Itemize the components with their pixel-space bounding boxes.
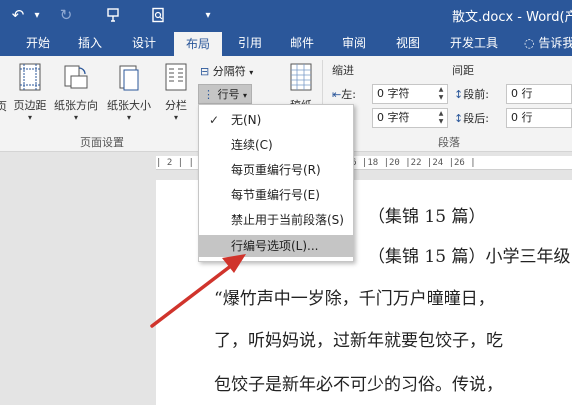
draft-paper-icon <box>290 63 312 91</box>
margins-icon <box>19 63 41 91</box>
indent-header: 缩进 <box>332 64 354 77</box>
title-bar: ↶ ▾ ↻ ▾ 散文.docx - Word(产 <box>0 0 572 30</box>
breaks-icon: ⊟ <box>200 65 210 78</box>
tab-view[interactable]: 视图 <box>388 30 428 56</box>
menu-item-continuous[interactable]: 连续(C) <box>199 134 353 156</box>
tab-developer[interactable]: 开发工具 <box>442 30 506 56</box>
format-painter-icon[interactable] <box>102 4 126 26</box>
tell-me-label: 告诉我 <box>538 36 572 50</box>
columns-label: 分栏 <box>165 99 187 112</box>
indent-left-input[interactable]: 0 字符 ▲ ▼ <box>372 84 448 104</box>
size-label: 纸张大小 <box>107 99 151 112</box>
line-numbers-button[interactable]: ⋮ 行号 ▾ <box>198 84 253 104</box>
margins-button[interactable]: 页边距 ▾ <box>10 62 50 122</box>
chevron-down-icon: ▾ <box>249 68 254 77</box>
orientation-label: 纸张方向 <box>54 99 98 112</box>
doc-line-1: （集锦 15 篇） <box>368 207 486 227</box>
chevron-down-icon: ▾ <box>243 91 248 100</box>
partial-button-label: 页 <box>0 100 7 113</box>
window-title: 散文.docx - Word(产 <box>452 10 572 25</box>
redo-icon[interactable]: ↻ <box>54 4 78 26</box>
indent-left-label: ⇤左: <box>332 88 356 101</box>
tab-references[interactable]: 引用 <box>230 30 270 56</box>
menu-item-suppress-paragraph[interactable]: 禁止用于当前段落(S) <box>199 209 353 231</box>
menu-item-none[interactable]: ✓ 无(N) <box>199 109 353 131</box>
tab-insert[interactable]: 插入 <box>70 30 110 56</box>
spacing-after-label: ↕段后: <box>454 112 489 125</box>
doc-line-4: 了，听妈妈说，过新年就要包饺子，吃 <box>214 331 503 351</box>
tab-review[interactable]: 审阅 <box>334 30 374 56</box>
paper-size-icon <box>119 65 139 91</box>
checkmark-icon: ✓ <box>209 113 220 127</box>
tab-mailings[interactable]: 邮件 <box>282 30 322 56</box>
columns-button[interactable]: 分栏 ▾ <box>160 62 192 122</box>
doc-line-3: “爆竹声中一岁除，千门万户曈曈日， <box>214 289 495 309</box>
customize-toolbar-icon[interactable]: ▾ <box>196 4 220 26</box>
doc-line-5: 包饺子是新年必不可少的习俗。传说， <box>214 375 503 395</box>
margins-label: 页边距 <box>13 99 47 112</box>
undo-icon[interactable]: ↶ <box>6 4 30 26</box>
columns-icon <box>165 63 187 91</box>
line-numbers-icon: ⋮ <box>203 88 214 101</box>
spinner-icon[interactable]: ▲ ▼ <box>436 110 446 126</box>
lightbulb-icon: ◌ <box>524 36 535 50</box>
menu-item-restart-each-page[interactable]: 每页重编行号(R) <box>199 159 353 181</box>
breaks-label: 分隔符 <box>212 65 246 78</box>
spacing-before-label: ↕段前: <box>454 88 489 101</box>
doc-line-2: （集锦 15 篇）小学三年级 <box>368 247 571 267</box>
tell-me-box[interactable]: ◌ 告诉我 <box>524 30 572 56</box>
menu-item-line-numbering-options[interactable]: 行编号选项(L)... <box>199 235 353 257</box>
spacing-after-input[interactable]: 0 行 <box>506 108 572 128</box>
spacing-before-input[interactable]: 0 行 <box>506 84 572 104</box>
orientation-icon <box>64 65 88 89</box>
ribbon-tabs: 开始 插入 设计 布局 引用 邮件 审阅 视图 开发工具 ◌ 告诉我 <box>0 30 572 56</box>
spinner-icon[interactable]: ▲ ▼ <box>436 86 446 102</box>
spacing-before-icon: ↕ <box>454 88 464 101</box>
tab-design[interactable]: 设计 <box>124 30 164 56</box>
undo-dropdown-icon[interactable]: ▾ <box>32 4 42 26</box>
paragraph-group-label: 段落 <box>438 136 460 149</box>
tab-layout[interactable]: 布局 <box>174 32 222 56</box>
orientation-button[interactable]: 纸张方向 ▾ <box>52 62 100 122</box>
spacing-after-icon: ↕ <box>454 112 464 125</box>
tab-home[interactable]: 开始 <box>18 30 58 56</box>
line-numbers-menu: ✓ 无(N) 连续(C) 每页重编行号(R) 每节重编行号(E) 禁止用于当前段… <box>198 104 354 262</box>
page-setup-group-label: 页面设置 <box>80 136 124 149</box>
breaks-button[interactable]: ⊟ 分隔符 ▾ <box>200 62 253 82</box>
indent-right-input[interactable]: 0 字符 ▲ ▼ <box>372 108 448 128</box>
menu-item-restart-each-section[interactable]: 每节重编行号(E) <box>199 184 353 206</box>
size-button[interactable]: 纸张大小 ▾ <box>104 62 154 122</box>
print-preview-icon[interactable] <box>146 4 170 26</box>
line-numbers-label: 行号 <box>217 88 240 101</box>
indent-left-icon: ⇤ <box>332 88 342 101</box>
spacing-header: 间距 <box>452 64 474 77</box>
